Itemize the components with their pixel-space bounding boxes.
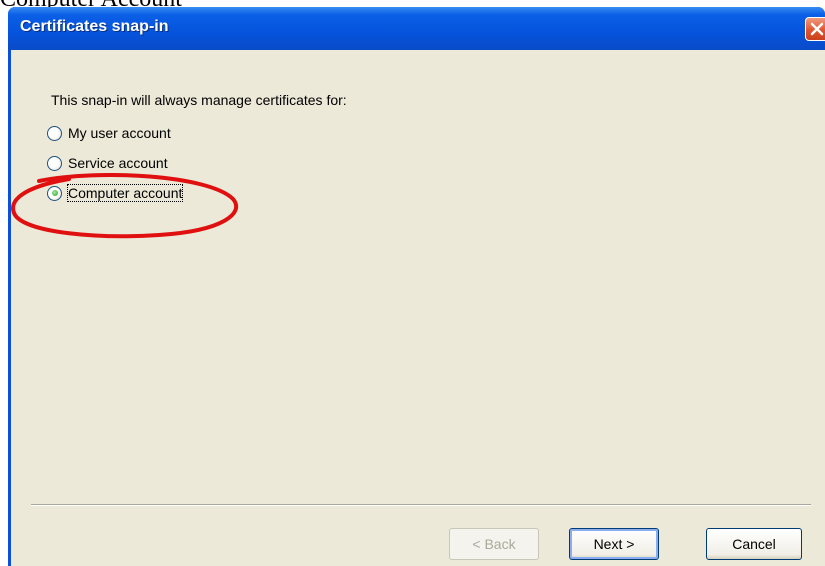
radio-label: Computer account bbox=[66, 184, 184, 202]
radio-circle[interactable] bbox=[47, 125, 62, 141]
back-label: < Back bbox=[472, 536, 516, 552]
cancel-label: Cancel bbox=[732, 536, 776, 552]
radio-label: Service account bbox=[68, 155, 168, 171]
cancel-button[interactable]: Cancel bbox=[706, 528, 802, 560]
close-icon bbox=[810, 22, 824, 36]
dialog-body: This snap-in will always manage certific… bbox=[11, 50, 825, 566]
radio-computer-account[interactable]: Computer account bbox=[47, 183, 184, 203]
intro-text: This snap-in will always manage certific… bbox=[51, 92, 347, 108]
certificates-snapin-dialog: Certificates snap-in This snap-in will a… bbox=[8, 7, 825, 566]
radio-label: My user account bbox=[68, 125, 171, 141]
radio-circle-selected[interactable] bbox=[47, 185, 62, 201]
window-title: Certificates snap-in bbox=[20, 18, 169, 35]
close-button[interactable] bbox=[805, 17, 825, 41]
next-button[interactable]: Next > bbox=[569, 528, 659, 560]
next-label: Next > bbox=[593, 536, 635, 552]
button-separator bbox=[31, 504, 811, 506]
radio-circle[interactable] bbox=[47, 155, 62, 171]
title-bar[interactable]: Certificates snap-in bbox=[8, 7, 825, 50]
radio-service-account[interactable]: Service account bbox=[47, 153, 168, 173]
radio-my-user-account[interactable]: My user account bbox=[47, 123, 171, 143]
back-button[interactable]: < Back bbox=[449, 528, 539, 560]
